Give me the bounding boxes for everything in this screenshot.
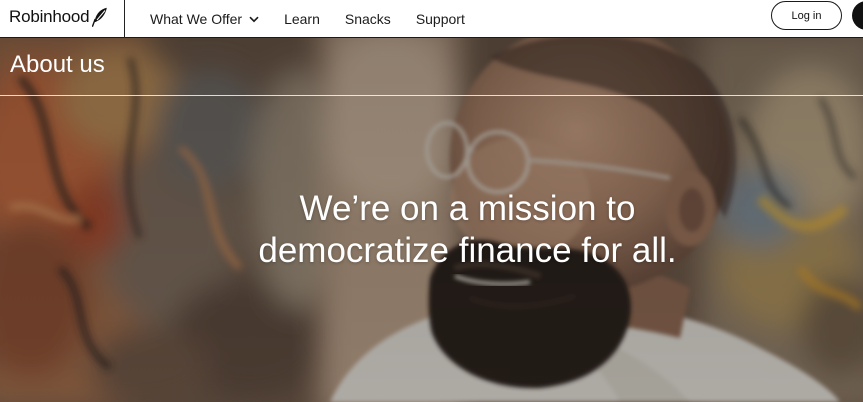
hero-headline: We’re on a mission to democratize financ… — [0, 188, 863, 272]
nav-support[interactable]: Support — [416, 11, 465, 27]
brand-logo[interactable]: Robinhood — [9, 6, 108, 28]
hero-headline-line-2: democratize finance for all. — [258, 231, 677, 270]
section-title: About us — [10, 51, 105, 78]
hero-section: About us We’re on a mission to democrati… — [0, 38, 863, 402]
header-divider — [124, 0, 125, 38]
signup-button[interactable] — [852, 1, 863, 30]
nav-what-we-offer-label: What We Offer — [150, 11, 243, 27]
chevron-down-icon — [249, 16, 259, 22]
nav-learn[interactable]: Learn — [284, 11, 320, 27]
feather-icon — [92, 7, 108, 27]
brand-wordmark: Robinhood — [9, 7, 90, 26]
main-nav: What We Offer Learn Snacks Support — [150, 0, 465, 38]
nav-what-we-offer[interactable]: What We Offer — [150, 11, 259, 27]
login-button[interactable]: Log in — [771, 1, 842, 30]
hero-headline-line-1: We’re on a mission to — [299, 189, 636, 228]
top-navigation-bar: Robinhood What We Offer Learn Snacks Sup… — [0, 0, 863, 38]
nav-snacks[interactable]: Snacks — [345, 11, 391, 27]
about-subnav: About us — [0, 38, 863, 96]
